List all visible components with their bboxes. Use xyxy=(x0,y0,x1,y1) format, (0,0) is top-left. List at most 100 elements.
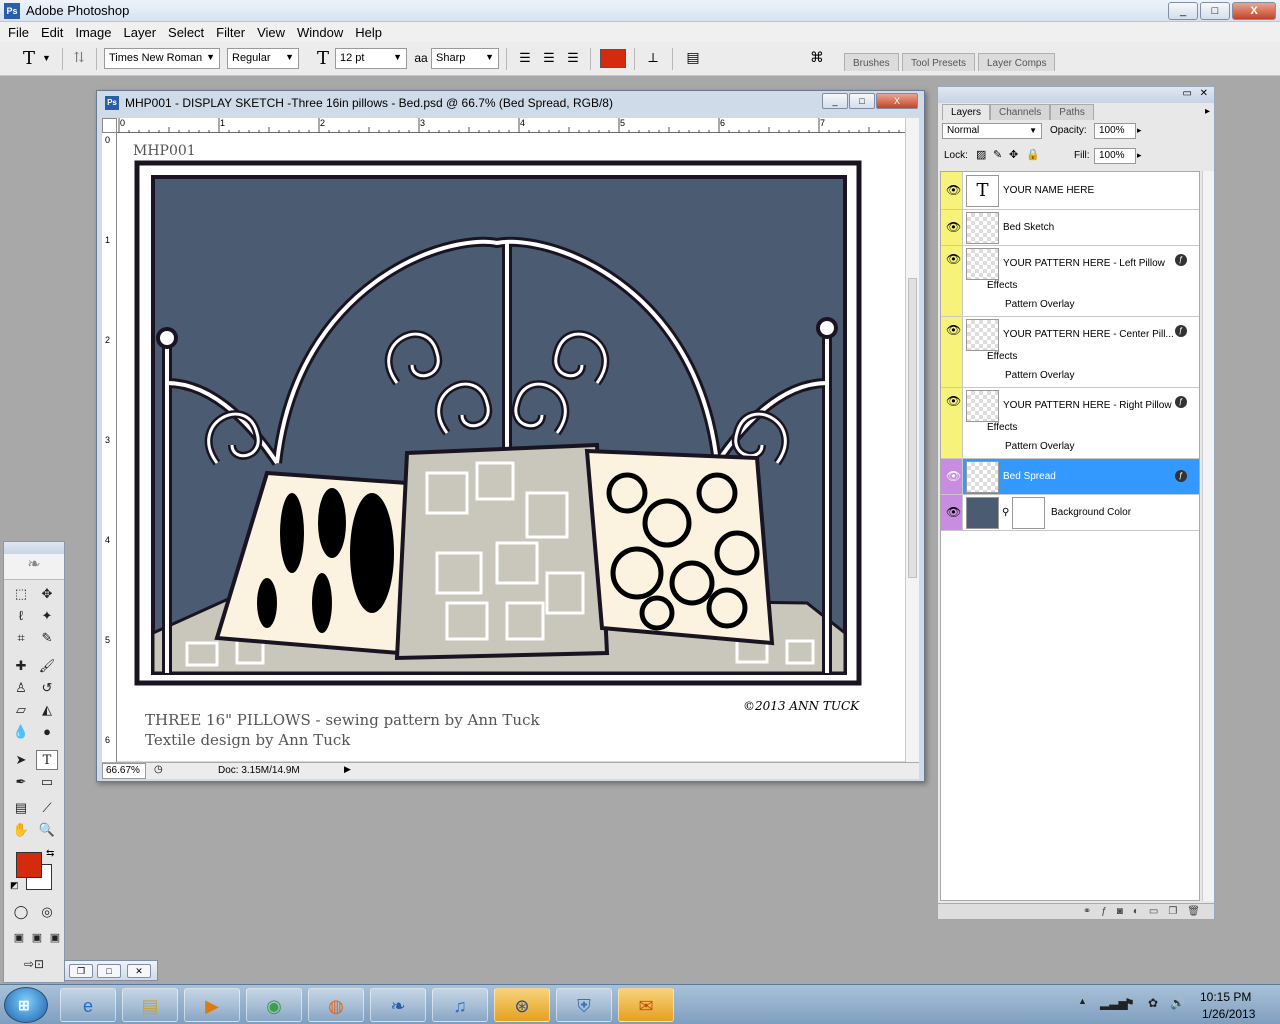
visibility-toggle[interactable]: 👁 xyxy=(941,317,963,387)
horizontal-ruler[interactable]: 0 1 2 3 4 5 6 7 xyxy=(117,118,916,133)
layer-name[interactable]: YOUR PATTERN HERE - Center Pill... xyxy=(1003,329,1173,340)
font-style-select[interactable]: Regular ▼ xyxy=(227,48,299,69)
show-hidden-icons-icon[interactable]: ▲ xyxy=(1078,996,1087,1006)
screen-mode-full-icon[interactable]: ▣ xyxy=(44,928,66,948)
status-info-icon[interactable]: ◷ xyxy=(154,764,163,775)
photoshop-icon[interactable]: ❧ xyxy=(370,988,426,1022)
default-colors-icon[interactable]: ◩ xyxy=(10,880,19,891)
effects-label[interactable]: Effects xyxy=(987,351,1017,362)
path-selection-tool-icon[interactable]: ➤ xyxy=(10,750,32,770)
layer-mask-thumbnail[interactable] xyxy=(1012,497,1045,529)
crop-tool-icon[interactable]: ⌗ xyxy=(10,628,32,648)
security-icon[interactable]: ⛨ xyxy=(556,988,612,1022)
ruler-origin[interactable] xyxy=(102,118,117,133)
new-group-icon[interactable]: ▭ xyxy=(1149,906,1158,917)
photoshop-feather-icon[interactable]: ❧ xyxy=(4,554,64,580)
pattern-overlay-label[interactable]: Pattern Overlay xyxy=(1005,441,1074,452)
close-button[interactable]: X xyxy=(1232,2,1276,20)
volume-icon[interactable]: 🔊 xyxy=(1170,996,1185,1010)
layer-effects-icon[interactable]: ƒ xyxy=(1175,254,1187,266)
slice-tool-icon[interactable]: ✎ xyxy=(36,628,58,648)
layer-mask-link-icon[interactable]: ⚲ xyxy=(1002,507,1009,518)
internet-explorer-icon[interactable]: e xyxy=(60,988,116,1022)
layer-effects-icon[interactable]: ƒ xyxy=(1175,325,1187,337)
delete-layer-icon[interactable]: 🗑 xyxy=(1187,906,1200,917)
hand-tool-icon[interactable]: ✋ xyxy=(10,820,32,840)
firefox-icon[interactable]: ◍ xyxy=(308,988,364,1022)
layer-name[interactable]: YOUR PATTERN HERE - Right Pillow xyxy=(1003,400,1172,411)
tab-brushes[interactable]: Brushes xyxy=(844,53,899,71)
pattern-overlay-label[interactable]: Pattern Overlay xyxy=(1005,299,1074,310)
action-center-flag-icon[interactable]: ⚑ xyxy=(1124,996,1135,1010)
adjustment-layer-icon[interactable]: ◐ xyxy=(1133,906,1139,917)
status-menu-arrow-icon[interactable]: ▶ xyxy=(344,764,356,778)
type-tool-preset-icon[interactable]: T xyxy=(18,48,40,69)
menu-window[interactable]: Window xyxy=(291,25,349,40)
anti-alias-select[interactable]: Sharp ▼ xyxy=(431,48,499,69)
menu-view[interactable]: View xyxy=(251,25,291,40)
tab-layers[interactable]: Layers xyxy=(942,104,991,120)
warp-text-icon[interactable]: ⟂ xyxy=(642,48,664,69)
link-layers-icon[interactable]: ⚭ xyxy=(1083,906,1091,917)
outlook-icon[interactable]: ✉ xyxy=(618,988,674,1022)
pattern-overlay-label[interactable]: Pattern Overlay xyxy=(1005,370,1074,381)
maximize-button[interactable]: □ xyxy=(1200,2,1230,20)
magic-wand-tool-icon[interactable]: ✦ xyxy=(36,606,58,626)
maximize-icon[interactable]: □ xyxy=(97,964,121,978)
foreground-color-swatch[interactable] xyxy=(16,852,42,878)
palette-well-icon[interactable]: ⌘ xyxy=(806,48,828,69)
align-right-icon[interactable]: ☰ xyxy=(562,48,584,69)
layer-name[interactable]: Bed Spread xyxy=(1003,471,1056,482)
chrome-icon[interactable]: ◉ xyxy=(246,988,302,1022)
network-icon[interactable]: ⊛ xyxy=(494,988,550,1022)
restore-icon[interactable]: ❐ xyxy=(69,964,93,978)
document-vertical-scrollbar[interactable] xyxy=(905,118,919,763)
notes-tool-icon[interactable]: ▤ xyxy=(10,798,32,818)
fill-field[interactable]: 100% xyxy=(1094,148,1136,164)
clock-time[interactable]: 10:15 PM xyxy=(1200,990,1251,1004)
opacity-slider-arrow-icon[interactable]: ▸ xyxy=(1137,125,1142,136)
visibility-toggle[interactable]: 👁 xyxy=(941,388,963,458)
quick-mask-mode-icon[interactable]: ◎ xyxy=(36,902,58,922)
doc-minimize-button[interactable]: _ xyxy=(822,93,848,109)
eraser-tool-icon[interactable]: ▱ xyxy=(10,700,32,720)
panel-minimize-icon[interactable]: ▭ xyxy=(1183,88,1192,99)
text-orientation-icon[interactable]: ⇅ xyxy=(68,48,90,69)
close-icon[interactable]: ✕ xyxy=(127,964,151,978)
itunes-icon[interactable]: ♫ xyxy=(432,988,488,1022)
doc-close-button[interactable]: X xyxy=(876,93,918,109)
type-tool-icon[interactable]: T xyxy=(36,750,58,770)
panel-close-icon[interactable]: ✕ xyxy=(1200,88,1208,99)
visibility-toggle[interactable]: 👁 xyxy=(941,172,963,209)
file-explorer-icon[interactable]: ▤ xyxy=(122,988,178,1022)
layer-name[interactable]: YOUR NAME HERE xyxy=(1003,185,1094,196)
blur-tool-icon[interactable]: 💧 xyxy=(10,722,32,742)
fill-slider-arrow-icon[interactable]: ▸ xyxy=(1137,150,1142,161)
layer-effects-icon[interactable]: ƒ xyxy=(1175,396,1187,408)
lasso-tool-icon[interactable]: ℓ xyxy=(10,606,32,626)
layer-effects-icon[interactable]: ƒ xyxy=(1175,470,1187,482)
opacity-field[interactable]: 100% xyxy=(1094,123,1136,139)
tools-panel-header[interactable] xyxy=(4,542,64,554)
visibility-toggle[interactable]: 👁 xyxy=(941,495,963,530)
jump-to-imageready-icon[interactable]: ⇨⊡ xyxy=(12,954,56,974)
paint-bucket-tool-icon[interactable]: ◭ xyxy=(36,700,58,720)
media-player-icon[interactable]: ▶ xyxy=(184,988,240,1022)
layer-name[interactable]: Bed Sketch xyxy=(1003,222,1054,233)
menu-select[interactable]: Select xyxy=(162,25,210,40)
swap-colors-icon[interactable]: ⇆ xyxy=(46,848,54,859)
shape-tool-icon[interactable]: ▭ xyxy=(36,772,58,792)
menu-filter[interactable]: Filter xyxy=(210,25,251,40)
document-canvas[interactable]: MHP001 ©2013 ANN TUCK THREE 16" PILLOWS … xyxy=(117,133,905,761)
tab-channels[interactable]: Channels xyxy=(990,104,1051,120)
lock-image-icon[interactable]: ✎ xyxy=(993,148,1002,161)
minimize-button[interactable]: _ xyxy=(1168,2,1198,20)
blend-mode-select[interactable]: Normal ▼ xyxy=(942,123,1042,139)
new-layer-icon[interactable]: ❐ xyxy=(1168,906,1177,917)
menu-image[interactable]: Image xyxy=(69,25,117,40)
layer-row-selected[interactable]: 👁 Bed Spread ƒ xyxy=(941,459,1199,495)
align-center-icon[interactable]: ☰ xyxy=(538,48,560,69)
clock-date[interactable]: 1/26/2013 xyxy=(1202,1007,1255,1021)
menu-layer[interactable]: Layer xyxy=(118,25,163,40)
layers-scrollbar[interactable] xyxy=(1202,171,1214,901)
